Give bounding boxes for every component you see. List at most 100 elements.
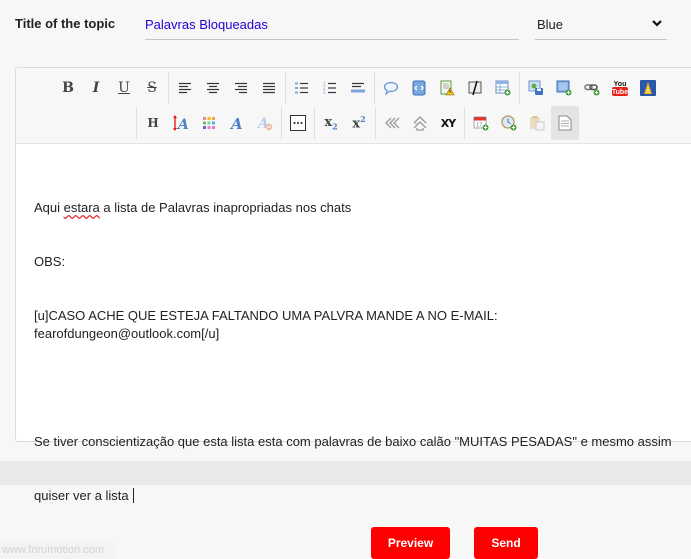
message-line: Aqui estara a lista de Palavras inapropr… [34, 200, 352, 215]
host-image-icon [528, 80, 543, 95]
numbered-list-icon: 123 [323, 82, 336, 94]
justify-button[interactable] [255, 73, 283, 103]
more-icon [290, 115, 306, 131]
title-input[interactable] [145, 10, 519, 40]
quote-icon [383, 81, 399, 95]
bold-icon: B [62, 80, 74, 96]
send-button[interactable]: Send [474, 527, 538, 559]
font-face-icon: A [229, 115, 243, 131]
font-size-button[interactable]: A [167, 108, 195, 138]
flash-icon [640, 80, 656, 96]
paste-button[interactable] [523, 108, 551, 138]
misspelled-word: estara [63, 200, 100, 215]
spoiler-icon [440, 80, 455, 96]
subscript-icon: x2 [324, 114, 338, 132]
insert-image-button[interactable] [550, 73, 578, 103]
svg-text:17: 17 [476, 123, 482, 129]
toolbar-separator [464, 107, 465, 139]
source-icon [558, 115, 572, 131]
message-line: OBS: [34, 254, 66, 269]
horizontal-rule-icon [351, 82, 365, 93]
chevron-down-icon [652, 20, 662, 27]
subscript-button[interactable]: x2 [317, 108, 345, 138]
align-left-button[interactable] [171, 73, 199, 103]
title-label: Title of the topic [15, 16, 116, 31]
svg-text:You: You [614, 81, 627, 88]
toolbar-row-2: H A A A x2 x2 XY 17 [134, 106, 579, 140]
toolbar-separator [285, 72, 286, 104]
watermark: www.forumotion.com [0, 541, 116, 559]
svg-text:Tube: Tube [612, 89, 628, 96]
align-center-icon [207, 82, 219, 94]
font-size-icon: A [173, 115, 189, 131]
time-button[interactable] [495, 108, 523, 138]
hide-button[interactable] [461, 73, 489, 103]
random-button[interactable]: XY [434, 108, 462, 138]
color-palette-icon [203, 117, 215, 129]
numbered-list-button[interactable]: 123 [316, 73, 344, 103]
heading-icon: H [147, 116, 159, 130]
svg-text:A: A [229, 115, 243, 131]
spoiler-button[interactable] [433, 73, 461, 103]
editor: B I U S 1 2 3 You Tube H A A A x2 x2 XY … [15, 67, 691, 503]
heading-button[interactable]: H [139, 108, 167, 138]
scroll-icon [385, 117, 400, 129]
insert-link-button[interactable] [578, 73, 606, 103]
host-image-button[interactable] [522, 73, 550, 103]
table-button[interactable] [489, 73, 517, 103]
quote-button[interactable] [377, 73, 405, 103]
clock-icon [501, 115, 517, 131]
message-line: quiser ver a lista [34, 488, 135, 503]
youtube-icon: You Tube [612, 81, 628, 96]
link-icon [584, 84, 600, 96]
color-select-value: Blue [537, 17, 564, 32]
more-button[interactable] [284, 108, 312, 138]
updown-button[interactable] [406, 108, 434, 138]
code-icon [412, 80, 426, 96]
insert-image-icon [556, 80, 572, 96]
bullet-list-icon [295, 82, 308, 94]
calendar-icon: 17 [473, 116, 489, 131]
updown-icon [413, 116, 427, 131]
hide-icon [468, 80, 482, 96]
table-icon [495, 80, 511, 96]
horizontal-rule-button[interactable] [344, 73, 372, 103]
strikethrough-button[interactable]: S [138, 73, 166, 103]
scroll-button[interactable] [378, 108, 406, 138]
italic-button[interactable]: I [82, 73, 110, 103]
toolbar-separator [281, 107, 282, 139]
code-button[interactable] [405, 73, 433, 103]
toolbar-row-1: B I U S 1 2 3 You Tube [54, 71, 662, 105]
font-face-button[interactable]: A [223, 108, 251, 138]
bullet-list-button[interactable] [288, 73, 316, 103]
youtube-button[interactable]: You Tube [606, 73, 634, 103]
align-right-button[interactable] [227, 73, 255, 103]
superscript-icon: x2 [352, 114, 366, 132]
italic-icon: I [92, 80, 100, 96]
date-button[interactable]: 17 [467, 108, 495, 138]
strikethrough-icon: S [147, 80, 157, 96]
message-line: Se tiver conscientização que esta lista … [34, 434, 672, 449]
toolbar-separator [136, 107, 137, 139]
toolbar-separator [375, 107, 376, 139]
paste-icon [530, 116, 545, 131]
source-button[interactable] [551, 106, 579, 140]
toolbar-separator [374, 72, 375, 104]
remove-format-button[interactable]: A [251, 108, 279, 138]
preview-button[interactable]: Preview [371, 527, 450, 559]
flash-button[interactable] [634, 73, 662, 103]
editor-toolbar: B I U S 1 2 3 You Tube H A A A x2 x2 XY … [16, 68, 691, 144]
bold-button[interactable]: B [54, 73, 82, 103]
section-divider [0, 461, 691, 485]
align-right-icon [235, 82, 247, 94]
message-line: [u]CASO ACHE QUE ESTEJA FALTANDO UMA PAL… [34, 308, 502, 341]
toolbar-separator [314, 107, 315, 139]
text-color-button[interactable] [195, 108, 223, 138]
align-center-button[interactable] [199, 73, 227, 103]
random-icon: XY [440, 116, 456, 130]
svg-text:3: 3 [323, 90, 326, 94]
superscript-button[interactable]: x2 [345, 108, 373, 138]
color-select[interactable]: Blue [535, 10, 667, 40]
align-justify-icon [263, 82, 275, 94]
underline-button[interactable]: U [110, 73, 138, 103]
